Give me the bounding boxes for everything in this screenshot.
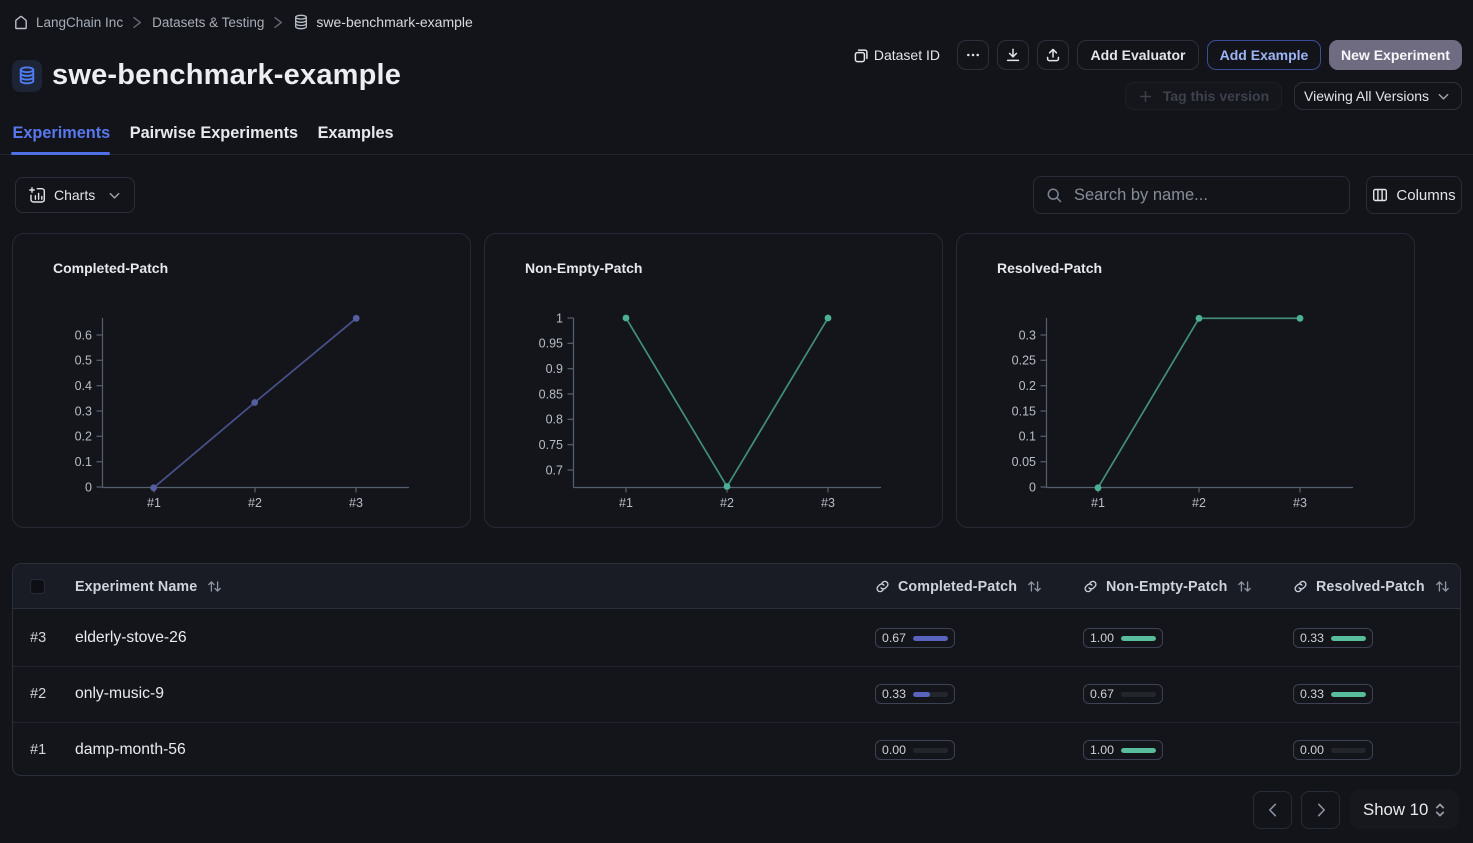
- svg-text:#2: #2: [720, 496, 734, 510]
- svg-text:#1: #1: [619, 496, 633, 510]
- svg-text:#3: #3: [1293, 496, 1307, 510]
- svg-text:0.3: 0.3: [1019, 328, 1036, 342]
- svg-text:0.2: 0.2: [1019, 379, 1036, 393]
- svg-text:0.9: 0.9: [546, 362, 563, 376]
- svg-text:0.85: 0.85: [539, 387, 563, 401]
- svg-text:#1: #1: [147, 496, 161, 510]
- svg-text:#1: #1: [1091, 496, 1105, 510]
- svg-text:#2: #2: [248, 496, 262, 510]
- svg-text:0.6: 0.6: [75, 328, 92, 342]
- svg-text:0.05: 0.05: [1012, 455, 1036, 469]
- svg-text:0.95: 0.95: [539, 337, 563, 351]
- svg-text:1: 1: [556, 311, 563, 325]
- svg-text:0.2: 0.2: [75, 430, 92, 444]
- svg-text:0.15: 0.15: [1012, 404, 1036, 418]
- svg-text:0.5: 0.5: [75, 354, 92, 368]
- svg-text:0.4: 0.4: [75, 379, 92, 393]
- svg-text:#3: #3: [821, 496, 835, 510]
- svg-text:#2: #2: [1192, 496, 1206, 510]
- svg-text:0: 0: [1029, 480, 1036, 494]
- svg-text:0.25: 0.25: [1012, 354, 1036, 368]
- svg-text:0.75: 0.75: [539, 438, 563, 452]
- svg-text:0.7: 0.7: [546, 463, 563, 477]
- svg-text:0.1: 0.1: [1019, 430, 1036, 444]
- svg-text:0: 0: [85, 480, 92, 494]
- svg-text:#3: #3: [349, 496, 363, 510]
- svg-text:0.3: 0.3: [75, 404, 92, 418]
- svg-text:0.8: 0.8: [546, 413, 563, 427]
- svg-text:0.1: 0.1: [75, 455, 92, 469]
